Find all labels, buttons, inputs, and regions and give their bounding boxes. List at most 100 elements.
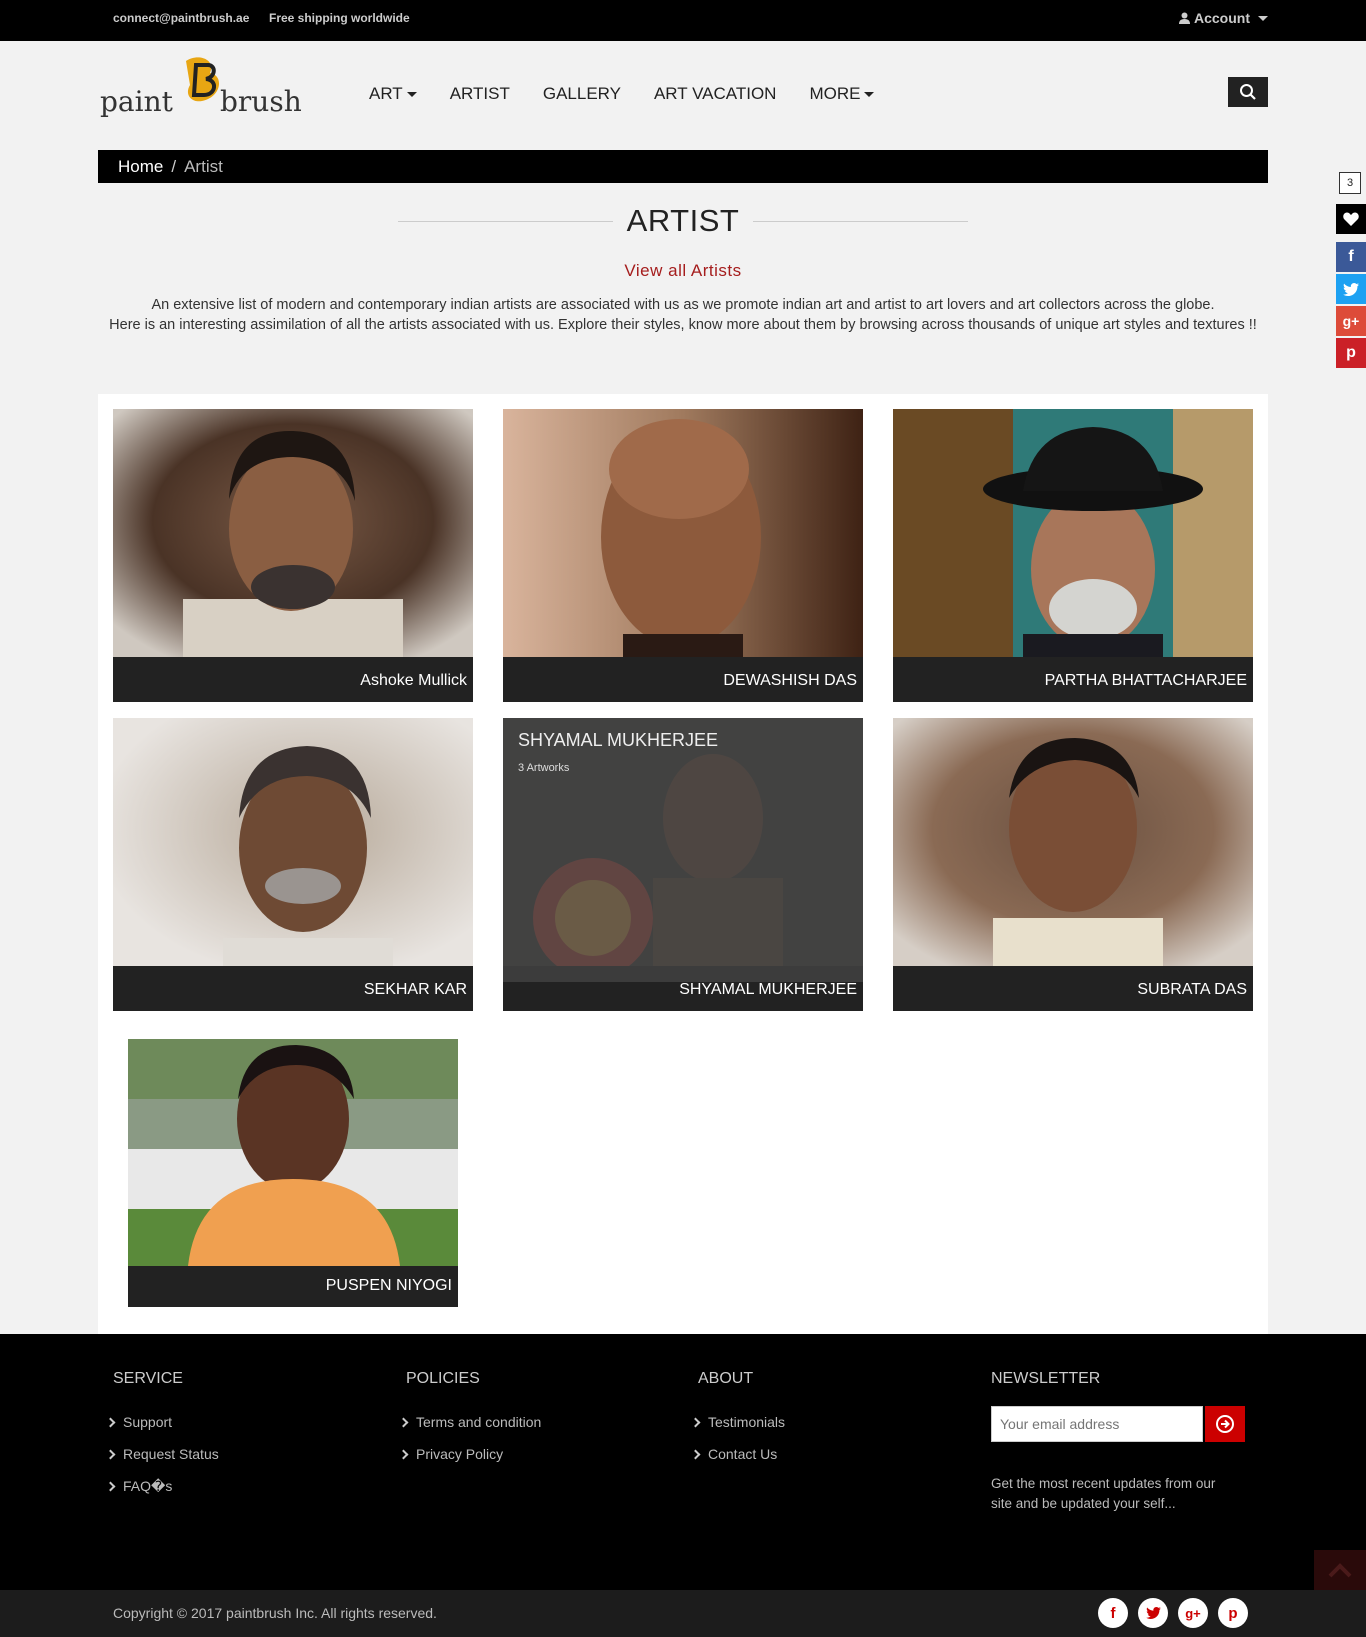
svg-text:paint: paint [100, 85, 174, 118]
footer-newsletter: NEWSLETTER Get the most recent updates f… [991, 1370, 1251, 1540]
facebook-icon: f [1348, 248, 1354, 265]
breadcrumb-current: Artist [184, 156, 223, 176]
footer-heading: SERVICE [113, 1370, 183, 1387]
main-nav: ART ARTIST GALLERY ART VACATION MORE [369, 84, 907, 104]
footer-link-testimonials[interactable]: Testimonials [690, 1414, 785, 1446]
back-to-top-button[interactable] [1314, 1550, 1366, 1590]
chevron-right-icon [690, 1417, 701, 1428]
artist-card[interactable]: Ashoke Mullick [113, 409, 473, 702]
artist-name: SUBRATA DAS [1137, 981, 1247, 998]
arrow-circle-right-icon [1216, 1415, 1234, 1433]
newsletter-submit-button[interactable] [1205, 1406, 1245, 1442]
side-google-plus-button[interactable]: g+ [1336, 306, 1366, 336]
artist-name: PARTHA BHATTACHARJEE [1044, 672, 1247, 689]
artist-photo [113, 718, 473, 966]
artist-grid: Ashoke Mullick DEWASHISH DAS PARTHA BHAT… [98, 394, 1268, 1334]
footer-service: SERVICE Support Request Status FAQ�s [105, 1370, 219, 1510]
footer-link-terms[interactable]: Terms and condition [398, 1414, 541, 1446]
account-label: Account [1194, 10, 1250, 26]
bottom-bar: Copyright © 2017 paintbrush Inc. All rig… [0, 1590, 1366, 1637]
artist-photo [893, 718, 1253, 966]
artist-name: DEWASHISH DAS [723, 672, 857, 689]
artist-card[interactable]: PUSPEN NIYOGI [128, 1039, 458, 1307]
footer-twitter-button[interactable] [1138, 1598, 1168, 1628]
artist-name: Ashoke Mullick [360, 672, 467, 689]
user-icon [1179, 12, 1190, 24]
side-twitter-button[interactable] [1336, 274, 1366, 304]
artist-card[interactable]: PARTHA BHATTACHARJEE [893, 409, 1253, 702]
page-title: ARTIST [626, 203, 740, 238]
artist-name: SHYAMAL MUKHERJEE [679, 981, 857, 998]
footer-google-plus-button[interactable]: g+ [1178, 1598, 1208, 1628]
twitter-icon [1343, 282, 1359, 296]
chevron-right-icon [105, 1417, 116, 1428]
hover-artist-name: SHYAMAL MUKHERJEE [518, 730, 719, 750]
chevron-down-icon [864, 91, 875, 97]
nav-art-vacation[interactable]: ART VACATION [654, 84, 777, 104]
heart-icon [1343, 212, 1359, 226]
artist-card[interactable]: SHYAMAL MUKHERJEE 3 Artworks SHYAMAL MUK… [503, 718, 863, 1011]
divider [753, 220, 969, 222]
breadcrumb-home[interactable]: Home [118, 157, 163, 177]
account-menu[interactable]: Account [1179, 10, 1268, 26]
chevron-right-icon [105, 1481, 116, 1492]
side-facebook-button[interactable]: f [1336, 242, 1366, 272]
chevron-up-icon [1328, 1563, 1352, 1578]
chevron-right-icon [690, 1449, 701, 1460]
nav-gallery[interactable]: GALLERY [543, 84, 621, 104]
side-pinterest-button[interactable]: p [1336, 338, 1366, 368]
pinterest-icon: p [1228, 1604, 1238, 1622]
artist-photo [113, 409, 473, 657]
nav-art[interactable]: ART [369, 84, 417, 104]
footer-facebook-button[interactable]: f [1098, 1598, 1128, 1628]
chevron-right-icon [398, 1449, 409, 1460]
chevron-down-icon [406, 91, 417, 97]
svg-text:brush: brush [220, 85, 302, 118]
view-all-artists-link[interactable]: View all Artists [0, 261, 1366, 281]
footer-heading: POLICIES [406, 1370, 480, 1387]
artist-card[interactable]: SUBRATA DAS [893, 718, 1253, 1011]
footer-link-support[interactable]: Support [105, 1414, 219, 1446]
chevron-right-icon [105, 1449, 116, 1460]
footer-policies: POLICIES Terms and condition Privacy Pol… [398, 1370, 541, 1478]
artist-photo [128, 1039, 458, 1266]
newsletter-note: Get the most recent updates from our sit… [991, 1476, 1216, 1511]
chevron-right-icon [398, 1417, 409, 1428]
facebook-icon: f [1110, 1604, 1116, 1622]
footer-link-faqs[interactable]: FAQ�s [105, 1478, 219, 1510]
pinterest-icon: p [1346, 344, 1356, 361]
newsletter-email-input[interactable] [991, 1406, 1203, 1442]
nav-artist[interactable]: ARTIST [450, 84, 510, 104]
footer-pinterest-button[interactable]: p [1218, 1598, 1248, 1628]
footer-link-contact[interactable]: Contact Us [690, 1446, 785, 1478]
artist-name: SEKHAR KAR [363, 981, 467, 998]
footer: SERVICE Support Request Status FAQ�s POL… [0, 1334, 1366, 1590]
footer-link-request-status[interactable]: Request Status [105, 1446, 219, 1478]
artist-card[interactable]: DEWASHISH DAS [503, 409, 863, 702]
footer-link-privacy[interactable]: Privacy Policy [398, 1446, 541, 1478]
twitter-icon [1145, 1607, 1161, 1619]
artist-photo [503, 409, 863, 657]
breadcrumb-separator: / [171, 156, 177, 176]
wishlist-button[interactable] [1336, 204, 1366, 234]
footer-about: ABOUT Testimonials Contact Us [690, 1370, 785, 1478]
footer-heading: NEWSLETTER [991, 1370, 1101, 1387]
copyright: Copyright © 2017 paintbrush Inc. All rig… [113, 1605, 437, 1621]
wishlist-count-badge: 3 [1339, 172, 1361, 194]
shipping-notice: Free shipping worldwide [269, 11, 410, 25]
search-button[interactable] [1228, 77, 1268, 107]
artist-photo [893, 409, 1253, 657]
chevron-down-icon [1258, 15, 1268, 21]
nav-more[interactable]: MORE [809, 84, 875, 104]
artist-name: PUSPEN NIYOGI [325, 1277, 452, 1294]
page-title-row: ARTIST [398, 200, 969, 242]
artist-card[interactable]: SEKHAR KAR [113, 718, 473, 1011]
contact-email[interactable]: connect@paintbrush.ae [113, 11, 249, 25]
search-icon [1240, 84, 1256, 100]
google-plus-icon: g+ [1185, 1605, 1201, 1621]
google-plus-icon: g+ [1342, 313, 1360, 329]
logo[interactable]: paint brush [98, 55, 302, 123]
page-description: An extensive list of modern and contempo… [109, 297, 1257, 333]
top-bar: connect@paintbrush.ae Free shipping worl… [0, 0, 1366, 41]
hover-overlay [503, 718, 863, 982]
